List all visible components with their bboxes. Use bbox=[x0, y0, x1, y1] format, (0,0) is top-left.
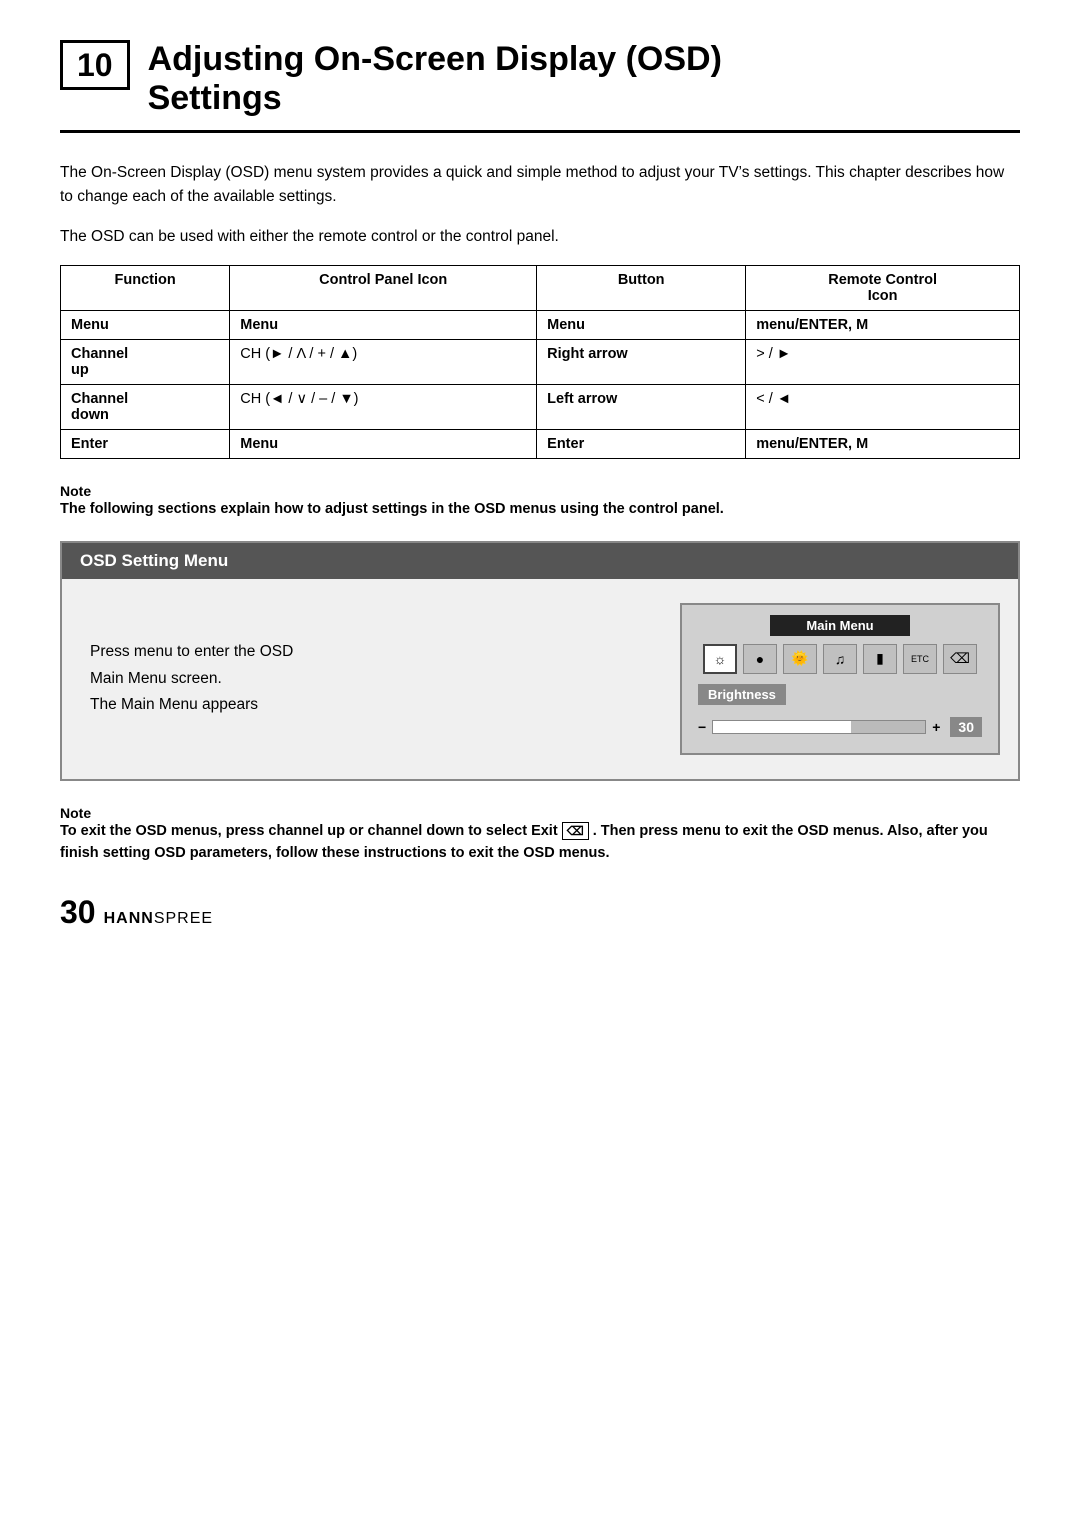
chapter-title: Adjusting On-Screen Display (OSD) Settin… bbox=[148, 40, 722, 118]
osd-brightness-label: Brightness bbox=[694, 684, 986, 717]
cell-button: Menu bbox=[537, 311, 746, 340]
intro-para2: The OSD can be used with either the remo… bbox=[60, 225, 1020, 249]
chapter-header: 10 Adjusting On-Screen Display (OSD) Set… bbox=[60, 40, 1020, 133]
note1-block: Note The following sections explain how … bbox=[60, 483, 1020, 521]
osd-icon-sound: ♫ bbox=[823, 644, 857, 674]
osd-icon-contrast: ● bbox=[743, 644, 777, 674]
cell-remote: < / ◄ bbox=[746, 385, 1020, 430]
table-row: Menu Menu Menu menu/ENTER, M bbox=[61, 311, 1020, 340]
note1-label: Note bbox=[60, 483, 1020, 499]
osd-menu-left-text: Press menu to enter the OSD Main Menu sc… bbox=[90, 639, 650, 718]
cell-function: Channeldown bbox=[61, 385, 230, 430]
cell-icon: Menu bbox=[230, 430, 537, 459]
cell-function: Menu bbox=[61, 311, 230, 340]
cell-icon: CH (► / Λ / + / ▲) bbox=[230, 340, 537, 385]
cell-button: Right arrow bbox=[537, 340, 746, 385]
brand-hann: HANN bbox=[104, 910, 154, 927]
cell-remote: menu/ENTER, M bbox=[746, 430, 1020, 459]
osd-screen-title: Main Menu bbox=[770, 615, 910, 636]
cell-button: Left arrow bbox=[537, 385, 746, 430]
osd-menu-content: Press menu to enter the OSD Main Menu sc… bbox=[62, 579, 1018, 779]
page-number: 30 bbox=[60, 894, 96, 931]
col-button: Button bbox=[537, 266, 746, 311]
osd-slider-fill bbox=[713, 721, 851, 733]
osd-icon-color: 🌞 bbox=[783, 644, 817, 674]
col-control-panel: Control Panel Icon bbox=[230, 266, 537, 311]
page-footer: 30 HANNspree bbox=[60, 894, 1020, 931]
cell-button: Enter bbox=[537, 430, 746, 459]
intro-para1: The On-Screen Display (OSD) menu system … bbox=[60, 161, 1020, 209]
note2-label: Note bbox=[60, 805, 1020, 821]
table-row: Enter Menu Enter menu/ENTER, M bbox=[61, 430, 1020, 459]
control-table: Function Control Panel Icon Button Remot… bbox=[60, 265, 1020, 459]
note2-block: Note To exit the OSD menus, press channe… bbox=[60, 805, 1020, 865]
osd-screen: Main Menu ☼ ● 🌞 ♫ ▮ ETC ⌫ Brightness − bbox=[680, 603, 1000, 755]
slider-plus-icon: + bbox=[932, 719, 940, 735]
osd-slider-track bbox=[712, 720, 926, 734]
col-function: Function bbox=[61, 266, 230, 311]
osd-slider-value: 30 bbox=[950, 717, 982, 737]
exit-icon-symbol: ⌫ bbox=[562, 822, 589, 840]
cell-icon: CH (◄ / ∨ / – / ▼) bbox=[230, 385, 537, 430]
cell-function: Enter bbox=[61, 430, 230, 459]
note2-text: To exit the OSD menus, press channel up … bbox=[60, 821, 1020, 865]
chapter-number: 10 bbox=[60, 40, 130, 90]
col-remote: Remote ControlIcon bbox=[746, 266, 1020, 311]
osd-icon-screen: ▮ bbox=[863, 644, 897, 674]
osd-menu-header: OSD Setting Menu bbox=[62, 543, 1018, 579]
osd-icons-row: ☼ ● 🌞 ♫ ▮ ETC ⌫ bbox=[694, 644, 986, 674]
cell-function: Channelup bbox=[61, 340, 230, 385]
osd-icon-brightness: ☼ bbox=[703, 644, 737, 674]
note1-text: The following sections explain how to ad… bbox=[60, 499, 1020, 521]
osd-slider-row: − + 30 bbox=[694, 717, 986, 737]
table-row: Channelup CH (► / Λ / + / ▲) Right arrow… bbox=[61, 340, 1020, 385]
cell-remote: > / ► bbox=[746, 340, 1020, 385]
brand-suffix: spree bbox=[154, 910, 213, 927]
osd-icon-etc: ETC bbox=[903, 644, 937, 674]
cell-remote: menu/ENTER, M bbox=[746, 311, 1020, 340]
osd-icon-exit: ⌫ bbox=[943, 644, 977, 674]
table-row: Channeldown CH (◄ / ∨ / – / ▼) Left arro… bbox=[61, 385, 1020, 430]
cell-icon: Menu bbox=[230, 311, 537, 340]
osd-menu-box: OSD Setting Menu Press menu to enter the… bbox=[60, 541, 1020, 781]
slider-minus-icon: − bbox=[698, 719, 706, 735]
osd-screen-mockup: Main Menu ☼ ● 🌞 ♫ ▮ ETC ⌫ Brightness − bbox=[680, 603, 1000, 755]
brand-name: HANNspree bbox=[104, 910, 213, 928]
